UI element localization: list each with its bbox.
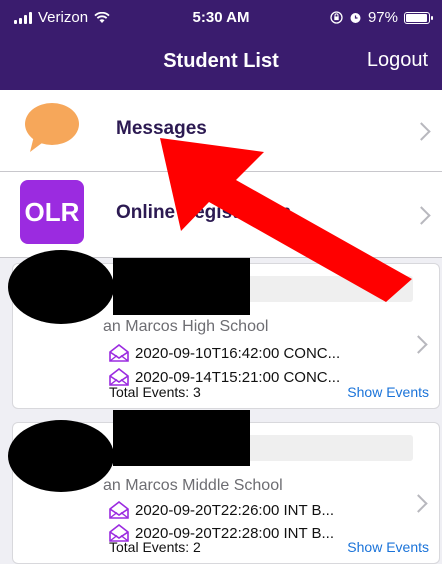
show-events-link[interactable]: Show Events <box>347 384 429 400</box>
speech-bubble-icon <box>25 103 79 152</box>
chevron-right-icon <box>412 206 431 225</box>
messages-row[interactable]: Messages <box>0 90 442 172</box>
event-text: 2020-09-14T15:21:00 CONC... <box>135 368 341 386</box>
battery-level <box>406 13 428 22</box>
redaction-box <box>113 258 250 315</box>
battery-percent: 97% <box>367 9 398 26</box>
status-bar: Verizon 5:30 AM 97% <box>0 0 442 36</box>
online-registration-label: Online Registration <box>116 202 292 223</box>
event-text: 2020-09-20T22:26:00 INT B... <box>135 501 335 519</box>
redaction-oval <box>8 250 114 324</box>
orientation-lock-icon <box>330 11 343 24</box>
school-name: an Marcos Middle School <box>103 477 283 494</box>
logout-button[interactable]: Logout <box>367 49 428 72</box>
envelope-icon <box>109 501 129 519</box>
chevron-right-icon <box>409 494 428 513</box>
school-name: an Marcos High School <box>103 318 269 335</box>
redaction-oval <box>8 420 114 492</box>
alarm-icon <box>350 13 361 23</box>
chevron-right-icon <box>412 122 431 141</box>
olr-icon: OLR <box>20 180 84 244</box>
navigation-bar: Student List Logout <box>0 36 442 90</box>
battery-icon <box>404 11 433 24</box>
total-events: Total Events: 3 <box>109 384 201 400</box>
online-registration-row[interactable]: OLR Online Registration <box>0 172 442 258</box>
show-events-link[interactable]: Show Events <box>347 539 429 555</box>
status-right: 97% <box>330 9 433 26</box>
total-events: Total Events: 2 <box>109 539 201 555</box>
event-text: 2020-09-10T16:42:00 CONC... <box>135 344 341 362</box>
event-item[interactable]: 2020-09-20T22:26:00 INT B... <box>109 501 334 519</box>
messages-label: Messages <box>116 118 207 139</box>
chevron-right-icon <box>409 335 428 354</box>
redaction-box <box>113 410 250 466</box>
event-item[interactable]: 2020-09-10T16:42:00 CONC... <box>109 344 340 362</box>
envelope-icon <box>109 344 129 362</box>
